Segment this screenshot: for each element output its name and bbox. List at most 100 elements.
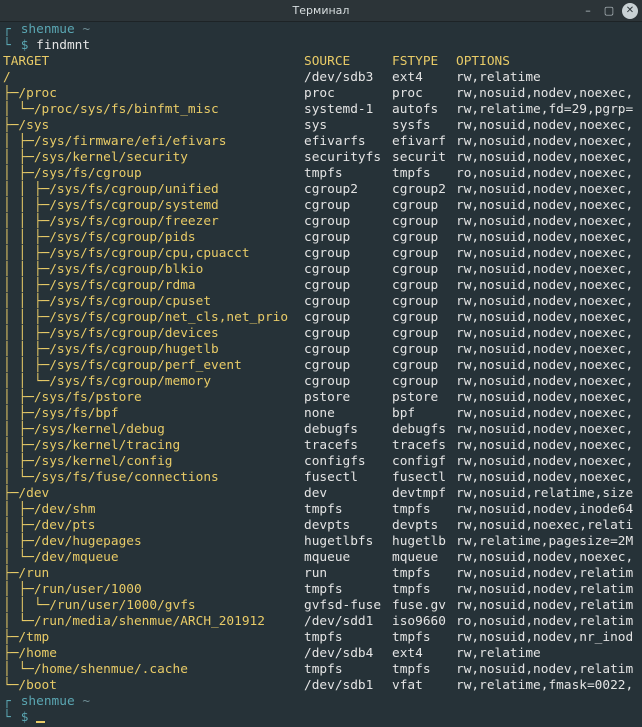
cell-target: │ ├─/dev/shm bbox=[3, 502, 96, 517]
table-row: │ │ ├─/sys/fs/cgroup/cpu,cpuacct cgroup cg… bbox=[3, 246, 642, 262]
table-row: / /dev/sdb3 ext4 rw,relatime bbox=[3, 70, 642, 86]
cell-source: hugetlbfs bbox=[304, 534, 374, 549]
table-row: │ ├─/dev/pts devpts devpts rw,nosuid,noexec… bbox=[3, 518, 642, 534]
cell-source: cgroup bbox=[304, 342, 351, 357]
cell-target: │ ├─/sys/firmware/efi/efivars bbox=[3, 134, 227, 149]
cell-source: /dev/sdb4 bbox=[304, 646, 374, 661]
table-row: ├─/proc proc proc rw,nosuid,nodev,noexec, bbox=[3, 86, 642, 102]
table-row: │ │ └─/sys/fs/cgroup/memory cgroup cgroup r… bbox=[3, 374, 642, 390]
cell-target: │ └─/home/shenmue/.cache bbox=[3, 662, 188, 677]
cell-source: efivarfs bbox=[304, 134, 366, 149]
cell-fstype: tmpfs bbox=[392, 582, 431, 597]
cell-fstype: proc bbox=[392, 86, 423, 101]
prompt-line-2a: ┌ shenmue ~ bbox=[3, 694, 90, 710]
cell-target: │ │ ├─/sys/fs/cgroup/perf_event bbox=[3, 358, 242, 373]
cell-target: │ ├─/dev/hugepages bbox=[3, 534, 142, 549]
cell-fstype: ext4 bbox=[392, 70, 423, 85]
cell-source: cgroup bbox=[304, 310, 351, 325]
cell-fstype: cgroup bbox=[392, 294, 439, 309]
cell-options: rw,nosuid,nodev,relatim bbox=[456, 582, 634, 597]
close-button[interactable]: ✕ bbox=[622, 3, 638, 19]
cell-options: rw,nosuid,nodev,noexec, bbox=[456, 118, 634, 133]
cell-target: │ │ ├─/sys/fs/cgroup/unified bbox=[3, 182, 219, 197]
cell-options: rw,nosuid,nodev,noexec, bbox=[456, 358, 634, 373]
table-row: │ │ ├─/sys/fs/cgroup/hugetlb cgroup cgroup… bbox=[3, 342, 642, 358]
table-row: │ │ ├─/sys/fs/cgroup/rdma cgroup cgroup rw,… bbox=[3, 278, 642, 294]
cell-options: rw,nosuid,nodev,noexec, bbox=[456, 182, 634, 197]
cell-options: rw,relatime,pagesize=2M bbox=[456, 534, 634, 549]
cell-options: rw,relatime bbox=[456, 646, 541, 661]
table-row: │ │ ├─/sys/fs/cgroup/systemd cgroup cgroup… bbox=[3, 198, 642, 214]
cell-options: rw,nosuid,nodev,noexec, bbox=[456, 422, 634, 437]
cell-fstype: devtmpf bbox=[392, 486, 446, 501]
cell-source: cgroup2 bbox=[304, 182, 358, 197]
cell-source: cgroup bbox=[304, 198, 351, 213]
window-titlebar: Терминал – ▢ ✕ bbox=[0, 0, 642, 22]
cell-fstype: cgroup bbox=[392, 198, 439, 213]
cell-fstype: cgroup bbox=[392, 358, 439, 373]
prompt-line-2b: └ $ bbox=[3, 710, 46, 726]
cell-source: systemd-1 bbox=[304, 102, 374, 117]
cell-fstype: tracefs bbox=[392, 438, 446, 453]
cell-target: └─/boot bbox=[3, 678, 57, 693]
cell-options: rw,nosuid,nodev,noexec, bbox=[456, 134, 634, 149]
prompt-corner-top: ┌ bbox=[3, 694, 11, 709]
table-row: │ │ ├─/sys/fs/cgroup/freezer cgroup cgroup… bbox=[3, 214, 642, 230]
cell-target: │ ├─/sys/kernel/security bbox=[3, 150, 188, 165]
cell-fstype: tmpfs bbox=[392, 566, 431, 581]
cell-target: │ │ ├─/sys/fs/cgroup/cpuset bbox=[3, 294, 212, 309]
minimize-button[interactable]: – bbox=[580, 3, 596, 19]
header-fstype: FSTYPE bbox=[392, 54, 439, 69]
prompt-dollar: $ bbox=[20, 38, 29, 53]
cell-target: ├─/tmp bbox=[3, 630, 50, 645]
cell-options: rw,nosuid,nodev,relatim bbox=[456, 662, 634, 677]
cell-target: │ ├─/run/user/1000 bbox=[3, 582, 142, 597]
table-row: │ ├─/sys/kernel/debug debugfs debugfs rw,no… bbox=[3, 422, 642, 438]
table-row: │ │ ├─/sys/fs/cgroup/perf_event cgroup cgr… bbox=[3, 358, 642, 374]
cell-fstype: pstore bbox=[392, 390, 439, 405]
cell-fstype: iso9660 bbox=[392, 614, 446, 629]
cell-options: rw,nosuid,nodev,noexec, bbox=[456, 470, 634, 485]
cell-source: cgroup bbox=[304, 326, 351, 341]
table-row: │ ├─/dev/hugepages hugetlbfs hugetlb rw,rel… bbox=[3, 534, 642, 550]
table-row: │ └─/proc/sys/fs/binfmt_misc systemd-1 aut… bbox=[3, 102, 642, 118]
table-header: TARGET SOURCE FSTYPE OPTIONS bbox=[3, 54, 642, 70]
cell-source: devpts bbox=[304, 518, 351, 533]
cell-fstype: cgroup bbox=[392, 310, 439, 325]
cell-options: rw,nosuid,nodev,relatim bbox=[456, 598, 634, 613]
cell-target: │ │ ├─/sys/fs/cgroup/devices bbox=[3, 326, 219, 341]
table-row: ├─/sys sys sysfs rw,nosuid,nodev,noexec, bbox=[3, 118, 642, 134]
cell-options: rw,nosuid,relatime,size bbox=[456, 486, 634, 501]
cell-fstype: tmpfs bbox=[392, 502, 431, 517]
cell-source: cgroup bbox=[304, 230, 351, 245]
cell-options: rw,nosuid,nodev,inode64 bbox=[456, 502, 634, 517]
cell-options: rw,nosuid,nodev,noexec, bbox=[456, 390, 634, 405]
cell-options: rw,nosuid,nodev,noexec, bbox=[456, 262, 634, 277]
cell-fstype: devpts bbox=[392, 518, 439, 533]
cell-target: │ │ ├─/sys/fs/cgroup/pids bbox=[3, 230, 196, 245]
cell-target: │ └─/run/media/shenmue/ARCH_201912 bbox=[3, 614, 265, 629]
cell-source: run bbox=[304, 566, 328, 581]
cell-fstype: cgroup bbox=[392, 230, 439, 245]
cell-source: cgroup bbox=[304, 262, 351, 277]
maximize-button[interactable]: ▢ bbox=[601, 3, 617, 19]
cell-source: /dev/sdd1 bbox=[304, 614, 374, 629]
header-target: TARGET bbox=[3, 54, 50, 69]
cell-target: ├─/run bbox=[3, 566, 50, 581]
cell-fstype: cgroup bbox=[392, 246, 439, 261]
cell-options: rw,nosuid,nodev,noexec, bbox=[456, 294, 634, 309]
cell-fstype: vfat bbox=[392, 678, 423, 693]
cell-fstype: tmpfs bbox=[392, 630, 431, 645]
cell-target: ├─/dev bbox=[3, 486, 50, 501]
cell-source: sys bbox=[304, 118, 328, 133]
cell-target: │ ├─/sys/fs/bpf bbox=[3, 406, 119, 421]
cell-source: configfs bbox=[304, 454, 366, 469]
cell-options: rw,nosuid,nodev,noexec, bbox=[456, 246, 634, 261]
cell-target: │ ├─/sys/fs/pstore bbox=[3, 390, 142, 405]
cell-fstype: mqueue bbox=[392, 550, 439, 565]
table-row: ├─/tmp tmpfs tmpfs rw,nosuid,nodev,nr_inod bbox=[3, 630, 642, 646]
table-row: │ ├─/dev/shm tmpfs tmpfs rw,nosuid,nodev,in… bbox=[3, 502, 642, 518]
terminal-output[interactable]: ┌ shenmue ~ └ $ findmnt TARGET SOURCE FSTY… bbox=[0, 22, 642, 727]
table-row: │ ├─/sys/fs/bpf none bpf rw,nosuid,nodev,no… bbox=[3, 406, 642, 422]
table-row: │ └─/home/shenmue/.cache tmpfs tmpfs rw,nos… bbox=[3, 662, 642, 678]
